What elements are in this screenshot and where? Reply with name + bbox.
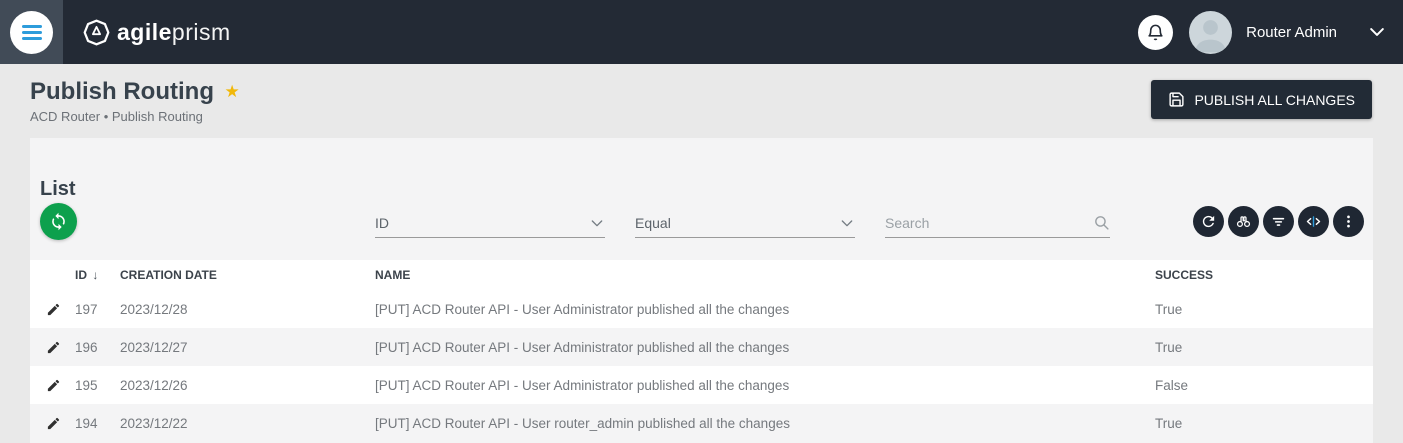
table-toolbar xyxy=(1193,206,1364,237)
cell-success: True xyxy=(1155,415,1183,431)
save-icon xyxy=(1169,92,1185,107)
hamburger-menu-button[interactable] xyxy=(0,0,63,64)
top-navbar: agileprism Router Admin xyxy=(0,0,1403,64)
cell-success: True xyxy=(1155,339,1183,355)
user-menu-toggle[interactable] xyxy=(1367,22,1387,42)
cell-creation-date: 2023/12/26 xyxy=(120,377,188,393)
column-header-name[interactable]: NAME xyxy=(375,268,1155,282)
table-row[interactable]: 194 2023/12/22 [PUT] ACD Router API - Us… xyxy=(30,404,1373,442)
pencil-icon xyxy=(47,341,60,353)
more-options-button[interactable] xyxy=(1333,206,1364,237)
cell-id: 196 xyxy=(75,339,98,355)
hamburger-icon xyxy=(10,10,53,54)
publish-button-label: PUBLISH ALL CHANGES xyxy=(1194,91,1355,108)
edit-row-button[interactable] xyxy=(30,302,75,317)
cell-name: [PUT] ACD Router API - User Administrato… xyxy=(375,301,790,317)
filter-field-value: ID xyxy=(375,214,389,231)
edit-row-button[interactable] xyxy=(30,378,75,393)
column-header-success[interactable]: SUCCESS xyxy=(1155,268,1373,282)
column-header-id[interactable]: ID ↓ xyxy=(75,268,120,282)
list-card: List ID Equal Search ID ↓ CREATION DATE … xyxy=(30,138,1373,443)
cell-name: [PUT] ACD Router API - User Administrato… xyxy=(375,339,790,355)
table-row[interactable]: 195 2023/12/26 [PUT] ACD Router API - Us… xyxy=(30,366,1373,404)
list-title: List xyxy=(40,178,76,200)
favorite-star-icon[interactable]: ★ xyxy=(224,82,239,101)
filter-field-select[interactable]: ID xyxy=(375,208,605,238)
binoculars-icon xyxy=(1236,216,1251,228)
cell-creation-date: 2023/12/28 xyxy=(120,301,188,317)
table-row[interactable]: 197 2023/12/28 [PUT] ACD Router API - Us… xyxy=(30,290,1373,328)
view-columns-button[interactable] xyxy=(1228,206,1259,237)
page-header: Publish Routing ★ ACD Router • Publish R… xyxy=(0,64,1403,124)
sync-button[interactable] xyxy=(40,203,77,240)
notifications-button[interactable] xyxy=(1138,14,1174,50)
table-header-row: ID ↓ CREATION DATE NAME SUCCESS xyxy=(30,260,1373,290)
app-logo: agileprism xyxy=(83,19,231,46)
filter-button[interactable] xyxy=(1263,206,1294,237)
app-logo-text: agileprism xyxy=(117,18,231,45)
refresh-button[interactable] xyxy=(1193,206,1224,237)
edit-row-button[interactable] xyxy=(30,416,75,431)
cell-id: 197 xyxy=(75,301,98,317)
edit-row-button[interactable] xyxy=(30,340,75,355)
filter-operator-select[interactable]: Equal xyxy=(635,208,855,238)
cell-creation-date: 2023/12/27 xyxy=(120,339,188,355)
refresh-icon xyxy=(1202,215,1215,228)
chevron-down-icon xyxy=(591,219,603,226)
chevron-down-icon xyxy=(1370,28,1384,36)
search-input[interactable] xyxy=(885,214,1093,231)
kebab-menu-icon xyxy=(1347,215,1350,228)
filter-operator-value: Equal xyxy=(635,214,671,231)
filter-icon xyxy=(1272,217,1285,226)
chevron-down-icon xyxy=(841,219,853,226)
sync-icon xyxy=(52,212,65,231)
cell-id: 195 xyxy=(75,377,98,393)
agileprism-logo-icon xyxy=(83,19,110,45)
pencil-icon xyxy=(47,417,60,429)
publish-all-changes-button[interactable]: PUBLISH ALL CHANGES xyxy=(1151,80,1372,119)
pencil-icon xyxy=(47,379,60,391)
dev-mode-button[interactable] xyxy=(1298,206,1329,237)
cell-name: [PUT] ACD Router API - User Administrato… xyxy=(375,377,790,393)
cell-success: False xyxy=(1155,377,1189,393)
user-avatar[interactable] xyxy=(1189,10,1233,54)
publish-history-table: ID ↓ CREATION DATE NAME SUCCESS 197 2023… xyxy=(30,260,1373,442)
page-title: Publish Routing xyxy=(30,78,214,105)
sort-desc-icon: ↓ xyxy=(92,268,99,282)
cell-creation-date: 2023/12/22 xyxy=(120,415,188,431)
column-header-creation-date[interactable]: CREATION DATE xyxy=(120,268,375,282)
cell-success: True xyxy=(1155,301,1183,317)
person-silhouette-icon xyxy=(1195,19,1226,52)
code-divider-icon xyxy=(1306,216,1321,227)
cell-id: 194 xyxy=(75,415,98,431)
table-row[interactable]: 196 2023/12/27 [PUT] ACD Router API - Us… xyxy=(30,328,1373,366)
search-icon xyxy=(1095,216,1109,230)
cell-name: [PUT] ACD Router API - User router_admin… xyxy=(375,415,790,431)
user-name: Router Admin xyxy=(1246,23,1337,41)
search-field xyxy=(885,208,1110,238)
bell-icon xyxy=(1148,24,1163,40)
pencil-icon xyxy=(47,303,60,315)
